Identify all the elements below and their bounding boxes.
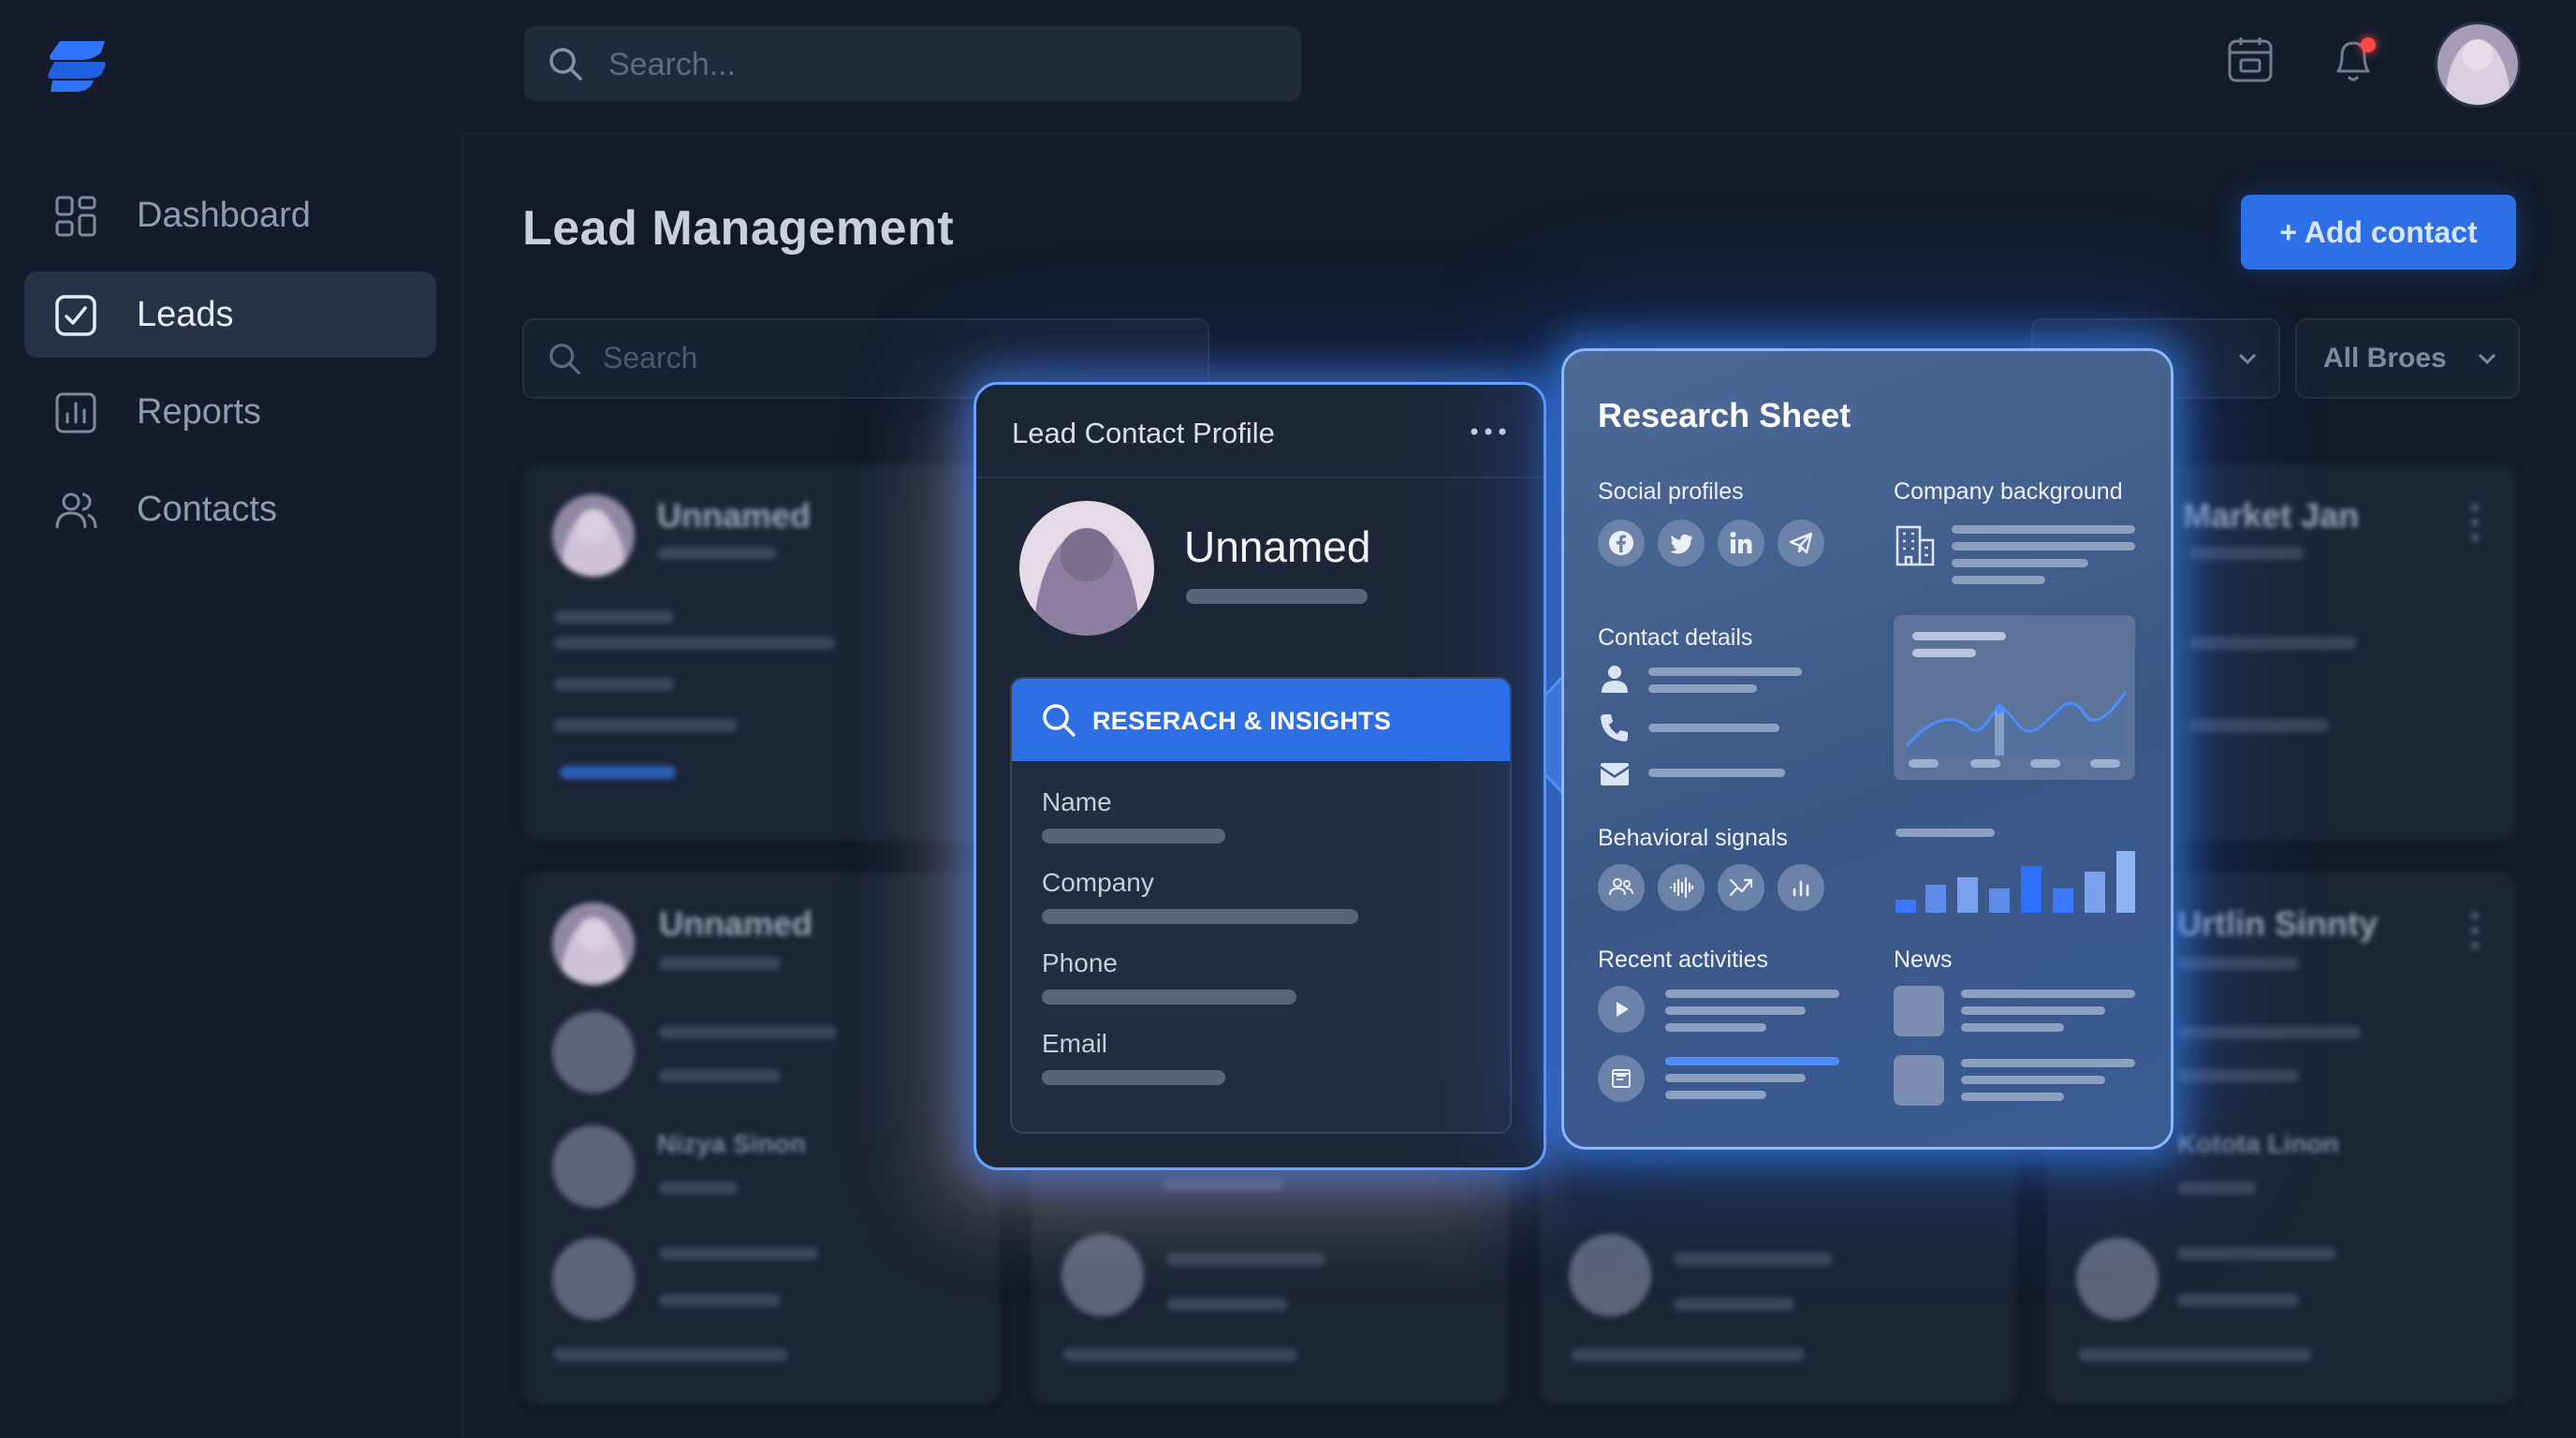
contact-details-heading: Contact details xyxy=(1598,624,1753,651)
search-placeholder: Search... xyxy=(608,47,737,82)
more-vertical-icon[interactable] xyxy=(2471,504,2479,541)
app-logo[interactable] xyxy=(47,37,109,95)
research-sheet-title: Research Sheet xyxy=(1598,396,1852,434)
twitter-icon[interactable] xyxy=(1658,520,1705,566)
bar-chart-icon xyxy=(55,392,96,433)
lead-name-secondary: Kotota Linon xyxy=(2177,1129,2339,1158)
lead-name: Market Jan xyxy=(2183,496,2360,535)
chevron-down-icon xyxy=(2238,353,2257,365)
grid-icon xyxy=(55,196,96,237)
document-icon[interactable] xyxy=(1598,1055,1645,1102)
avatar xyxy=(552,494,635,577)
news-thumbnail[interactable] xyxy=(1894,1055,1944,1106)
profile-name: Unnamed xyxy=(1184,522,1371,571)
field-value-email xyxy=(1042,1070,1225,1085)
sidebar: Dashboard Leads Reports Contacts xyxy=(0,0,464,1438)
field-label-name: Name xyxy=(1042,787,1112,816)
research-insights-section: RESERACH & INSIGHTS Name Company Phone E… xyxy=(1010,677,1512,1134)
sidebar-item-label: Dashboard xyxy=(137,195,311,235)
recent-activities-heading: Recent activities xyxy=(1598,946,1769,973)
building-icon xyxy=(1895,525,1935,566)
profile-subtitle-placeholder xyxy=(1186,589,1368,604)
more-horizontal-icon[interactable] xyxy=(1471,428,1506,435)
notification-dot xyxy=(2361,37,2376,52)
notifications-button[interactable] xyxy=(2329,34,2381,90)
field-label-email: Email xyxy=(1042,1029,1108,1058)
news-thumbnail[interactable] xyxy=(1894,986,1944,1036)
top-bar: Search... xyxy=(462,0,2576,135)
user-avatar[interactable] xyxy=(2437,24,2518,105)
company-background-heading: Company background xyxy=(1894,478,2123,505)
search-placeholder: Search xyxy=(603,341,698,374)
lead-card[interactable]: Unnamed xyxy=(522,464,1000,841)
global-search-input[interactable]: Search... xyxy=(524,26,1301,101)
sidebar-item-label: Contacts xyxy=(137,489,277,529)
profile-header: Lead Contact Profile xyxy=(976,385,1544,478)
news-heading: News xyxy=(1894,946,1953,973)
signals-bar-chart xyxy=(1895,851,2135,913)
lead-contact-profile-panel: Lead Contact Profile Unnamed RESERACH & … xyxy=(973,382,1546,1170)
audience-icon[interactable] xyxy=(1598,864,1645,911)
dropdown-label: All Broes xyxy=(2323,343,2447,374)
sidebar-item-dashboard[interactable]: Dashboard xyxy=(24,172,436,258)
audio-wave-icon[interactable] xyxy=(1658,864,1705,911)
calendar-icon[interactable] xyxy=(2226,36,2275,84)
research-insights-label: RESERACH & INSIGHTS xyxy=(1092,707,1392,735)
search-icon xyxy=(1043,704,1076,737)
trend-arrows-icon[interactable] xyxy=(1718,864,1764,911)
field-label-company: Company xyxy=(1042,868,1154,897)
more-vertical-icon[interactable] xyxy=(2471,912,2479,949)
avatar xyxy=(552,902,635,985)
social-profiles-heading: Social profiles xyxy=(1598,478,1744,505)
behavioral-signals-heading: Behavioral signals xyxy=(1598,825,1788,851)
checkbox-icon xyxy=(55,295,96,336)
analytics-icon[interactable] xyxy=(1778,864,1824,911)
field-value-phone xyxy=(1042,990,1296,1005)
lead-name: Unnamed xyxy=(659,904,813,943)
search-icon xyxy=(549,344,580,374)
lead-card[interactable]: Unnamed Nizya Sinon xyxy=(522,873,1000,1404)
field-label-phone: Phone xyxy=(1042,948,1118,977)
facebook-icon[interactable] xyxy=(1598,520,1645,566)
field-value-company xyxy=(1042,909,1358,924)
profile-title: Lead Contact Profile xyxy=(1012,417,1275,449)
lead-name: Unnamed xyxy=(657,496,812,535)
linkedin-icon[interactable] xyxy=(1718,520,1764,566)
search-icon xyxy=(549,48,582,81)
add-contact-button[interactable]: + Add contact xyxy=(2241,195,2516,270)
company-trend-chart xyxy=(1894,615,2135,780)
telegram-icon[interactable] xyxy=(1778,520,1824,566)
lead-name-secondary: Nizya Sinon xyxy=(657,1129,806,1158)
sidebar-item-label: Leads xyxy=(137,294,234,334)
users-icon xyxy=(55,492,97,529)
research-insights-button[interactable]: RESERACH & INSIGHTS xyxy=(1012,679,1510,761)
research-sheet-panel: Research Sheet Social profiles Company b… xyxy=(1561,348,2174,1150)
sidebar-item-label: Reports xyxy=(137,391,262,432)
sidebar-item-reports[interactable]: Reports xyxy=(24,369,436,455)
phone-icon xyxy=(1601,714,1628,741)
sidebar-item-leads[interactable]: Leads xyxy=(24,271,436,358)
sidebar-item-contacts[interactable]: Contacts xyxy=(24,466,436,552)
filter-dropdown-2[interactable]: All Broes xyxy=(2295,318,2520,399)
lead-name: Urtlin Sinnty xyxy=(2177,904,2378,943)
profile-avatar xyxy=(1019,501,1154,636)
field-value-name xyxy=(1042,829,1225,844)
play-icon[interactable] xyxy=(1598,986,1645,1033)
trend-line xyxy=(1907,691,2126,756)
person-icon xyxy=(1602,666,1628,693)
mail-icon xyxy=(1601,763,1629,785)
chevron-down-icon xyxy=(2478,353,2496,365)
page-title: Lead Management xyxy=(522,201,955,256)
